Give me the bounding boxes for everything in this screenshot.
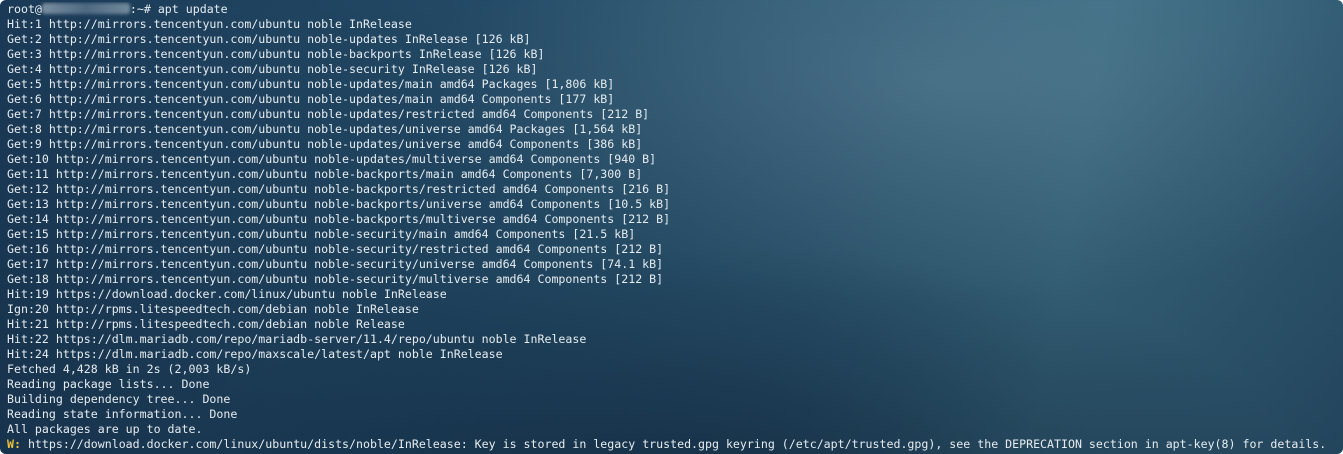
output-line: Building dependency tree... Done xyxy=(7,392,231,406)
output-line: Hit:1 http://mirrors.tencentyun.com/ubun… xyxy=(7,17,412,31)
output-line: Hit:24 https://dlm.mariadb.com/repo/maxs… xyxy=(7,347,503,361)
output-line: Get:12 http://mirrors.tencentyun.com/ubu… xyxy=(7,182,671,196)
output-line: Get:14 http://mirrors.tencentyun.com/ubu… xyxy=(7,212,671,226)
output-line: Get:6 http://mirrors.tencentyun.com/ubun… xyxy=(7,92,615,106)
output-line: All packages are up to date. xyxy=(7,422,203,436)
warning-text: https://download.docker.com/linux/ubuntu… xyxy=(20,437,1327,451)
output-lines: Hit:1 http://mirrors.tencentyun.com/ubun… xyxy=(7,17,1339,437)
output-line: Get:7 http://mirrors.tencentyun.com/ubun… xyxy=(7,107,650,121)
output-line: Get:5 http://mirrors.tencentyun.com/ubun… xyxy=(7,77,615,91)
output-line: Hit:22 https://dlm.mariadb.com/repo/mari… xyxy=(7,332,587,346)
output-line: Get:8 http://mirrors.tencentyun.com/ubun… xyxy=(7,122,643,136)
output-line: Get:3 http://mirrors.tencentyun.com/ubun… xyxy=(7,47,545,61)
output-line: Get:9 http://mirrors.tencentyun.com/ubun… xyxy=(7,137,643,151)
output-line: Get:16 http://mirrors.tencentyun.com/ubu… xyxy=(7,242,664,256)
output-line: Get:15 http://mirrors.tencentyun.com/ubu… xyxy=(7,227,636,241)
warning-prefix: W: xyxy=(7,437,21,451)
warning-line: W: https://download.docker.com/linux/ubu… xyxy=(7,437,1339,452)
output-line: Hit:21 http://rpms.litespeedtech.com/deb… xyxy=(7,317,405,331)
output-line: Ign:20 http://rpms.litespeedtech.com/deb… xyxy=(7,302,419,316)
output-line: Reading state information... Done xyxy=(7,407,238,421)
prompt-user: root@ xyxy=(7,2,42,16)
output-line: Get:18 http://mirrors.tencentyun.com/ubu… xyxy=(7,272,664,286)
redacted-hostname xyxy=(41,3,130,14)
terminal-output[interactable]: root@ :~# apt update Hit:1 http://mirrors… xyxy=(7,2,1339,452)
prompt-line: root@ :~# apt update xyxy=(7,2,1339,17)
output-line: Get:11 http://mirrors.tencentyun.com/ubu… xyxy=(7,167,643,181)
output-line: Get:13 http://mirrors.tencentyun.com/ubu… xyxy=(7,197,671,211)
prompt-suffix: :~# xyxy=(129,2,158,16)
output-line: Get:4 http://mirrors.tencentyun.com/ubun… xyxy=(7,62,538,76)
terminal-window[interactable]: root@ :~# apt update Hit:1 http://mirrors… xyxy=(0,0,1343,454)
output-line: Reading package lists... Done xyxy=(7,377,210,391)
output-line: Hit:19 https://download.docker.com/linux… xyxy=(7,287,447,301)
output-line: Get:10 http://mirrors.tencentyun.com/ubu… xyxy=(7,152,657,166)
output-line: Get:2 http://mirrors.tencentyun.com/ubun… xyxy=(7,32,531,46)
prompt-command: apt update xyxy=(157,2,228,16)
output-line: Get:17 http://mirrors.tencentyun.com/ubu… xyxy=(7,257,664,271)
output-line: Fetched 4,428 kB in 2s (2,003 kB/s) xyxy=(7,362,252,376)
